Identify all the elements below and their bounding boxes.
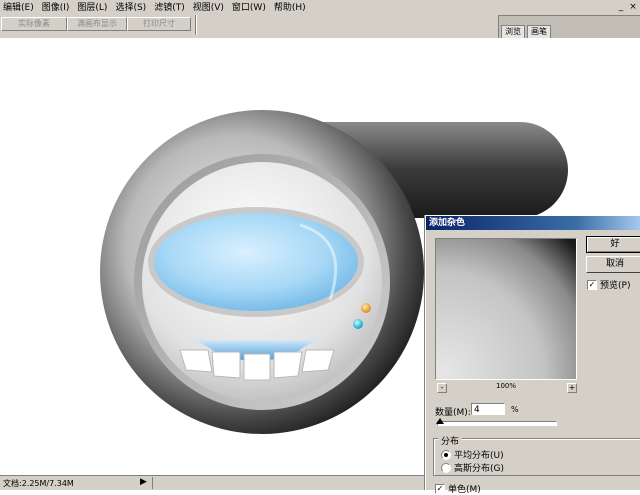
cancel-button[interactable]: 取消 bbox=[586, 256, 640, 273]
status-divider bbox=[152, 477, 153, 489]
ok-button[interactable]: 好 bbox=[586, 236, 640, 253]
options-bar: 实际像素 满画布显示 打印尺寸 浏览 画笔 bbox=[0, 13, 640, 39]
status-menu-arrow-icon[interactable]: ▶ bbox=[140, 477, 147, 487]
gaussian-radio[interactable] bbox=[441, 462, 451, 473]
zoom-in-button[interactable]: + bbox=[567, 383, 577, 393]
menu-select[interactable]: 选择(S) bbox=[111, 0, 150, 13]
amount-unit: % bbox=[511, 405, 519, 414]
fit-screen-button[interactable]: 满画布显示 bbox=[67, 17, 127, 31]
filter-preview[interactable] bbox=[435, 238, 577, 380]
document-size-readout: 文档:2.25M/7.34M bbox=[3, 479, 74, 488]
palette-well: 浏览 画笔 bbox=[498, 15, 640, 39]
actual-pixels-button[interactable]: 实际像素 bbox=[1, 17, 67, 31]
gaussian-label: 高斯分布(G) bbox=[454, 464, 504, 474]
minimize-icon[interactable]: _ bbox=[616, 2, 626, 12]
uniform-option[interactable]: 平均分布(U) bbox=[441, 448, 504, 461]
zoom-out-button[interactable]: - bbox=[437, 383, 447, 393]
palette-tab-browse[interactable]: 浏览 bbox=[501, 25, 525, 38]
amount-slider-track[interactable] bbox=[437, 421, 557, 426]
menu-help[interactable]: 帮助(H) bbox=[270, 0, 310, 13]
toolbar-divider bbox=[195, 15, 197, 35]
zoom-level: 100% bbox=[495, 382, 516, 390]
amount-input[interactable]: 4 bbox=[471, 403, 505, 415]
amount-slider-thumb[interactable] bbox=[436, 418, 445, 424]
menu-filter[interactable]: 滤镜(T) bbox=[150, 0, 189, 13]
print-size-button[interactable]: 打印尺寸 bbox=[127, 17, 191, 31]
preview-option[interactable]: ✓ 预览(P) bbox=[587, 278, 630, 291]
window-controls: _ × bbox=[616, 0, 640, 13]
amount-label: 数量(M): bbox=[435, 408, 471, 418]
add-noise-dialog: 添加杂色 - 100% + 好 取消 ✓ 预览(P) 数量(M): 4 % 分布… bbox=[425, 215, 640, 495]
menu-image[interactable]: 图像(I) bbox=[38, 0, 74, 13]
uniform-radio[interactable] bbox=[441, 449, 451, 460]
dialog-title-bar[interactable]: 添加杂色 bbox=[426, 216, 640, 230]
menu-edit[interactable]: 编辑(E) bbox=[0, 0, 38, 13]
menu-bar: 编辑(E) 图像(I) 图层(L) 选择(S) 滤镜(T) 视图(V) 窗口(W… bbox=[0, 0, 640, 13]
preview-label: 预览(P) bbox=[600, 281, 631, 291]
uniform-label: 平均分布(U) bbox=[454, 451, 504, 461]
menu-window[interactable]: 窗口(W) bbox=[228, 0, 270, 13]
preview-checkbox[interactable]: ✓ bbox=[587, 279, 597, 290]
gaussian-option[interactable]: 高斯分布(G) bbox=[441, 461, 504, 474]
menu-view[interactable]: 视图(V) bbox=[189, 0, 228, 13]
menu-layer[interactable]: 图层(L) bbox=[73, 0, 111, 13]
close-icon[interactable]: × bbox=[628, 2, 638, 12]
distribution-title: 分布 bbox=[438, 434, 463, 447]
palette-tab-brushes[interactable]: 画笔 bbox=[527, 25, 551, 38]
